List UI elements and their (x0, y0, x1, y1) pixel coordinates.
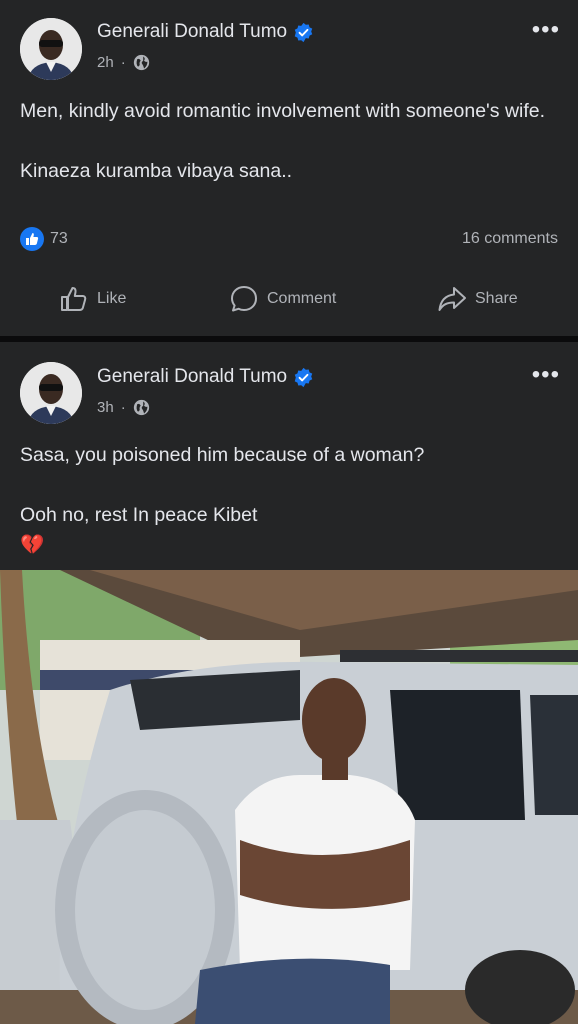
thumbs-up-icon (61, 287, 87, 311)
comment-label: Comment (267, 290, 337, 307)
broken-heart-emoji: 💔 (20, 534, 45, 556)
post-text: Men, kindly avoid romantic involvement w… (20, 96, 558, 186)
globe-icon (133, 54, 149, 71)
post-text-line: Kinaeza kuramba vibaya sana.. (20, 160, 293, 182)
more-options-icon[interactable]: ••• (532, 363, 560, 387)
post-card: Generali Donald Tumo 3h · ••• Sasa, you … (0, 342, 578, 570)
author-name[interactable]: Generali Donald Tumo (97, 21, 287, 43)
post-text: Sasa, you poisoned him because of a woma… (20, 440, 558, 560)
post-photo[interactable] (0, 570, 578, 1024)
meta-separator: · (120, 54, 126, 71)
comment-button[interactable]: Comment (229, 284, 336, 314)
comment-bubble-icon (231, 286, 257, 312)
post-card: Generali Donald Tumo 2h · ••• Men, kindl… (0, 0, 578, 336)
post-time[interactable]: 3h (97, 399, 114, 416)
verified-badge-icon (294, 22, 313, 42)
meta-separator: · (120, 399, 126, 416)
author-avatar[interactable] (20, 362, 82, 424)
like-reaction-icon (20, 227, 44, 251)
reaction-summary[interactable]: 73 (20, 227, 68, 251)
like-label: Like (97, 290, 127, 307)
photo-illustration (0, 570, 578, 1024)
verified-badge-icon (294, 367, 313, 387)
share-arrow-icon (438, 287, 466, 311)
reaction-count: 73 (50, 230, 68, 247)
like-button[interactable]: Like (59, 284, 126, 314)
comments-count[interactable]: 16 comments (462, 230, 558, 248)
post-text-line: Sasa, you poisoned him because of a woma… (20, 444, 425, 466)
post-text-line: Ooh no, rest In peace Kibet (20, 504, 258, 526)
share-label: Share (475, 290, 518, 307)
globe-icon (133, 399, 149, 416)
author-name[interactable]: Generali Donald Tumo (97, 366, 287, 388)
post-text-line: Men, kindly avoid romantic involvement w… (20, 100, 546, 122)
author-avatar[interactable] (20, 18, 82, 80)
share-button[interactable]: Share (437, 284, 518, 314)
more-options-icon[interactable]: ••• (532, 18, 560, 42)
post-time[interactable]: 2h (97, 54, 114, 71)
